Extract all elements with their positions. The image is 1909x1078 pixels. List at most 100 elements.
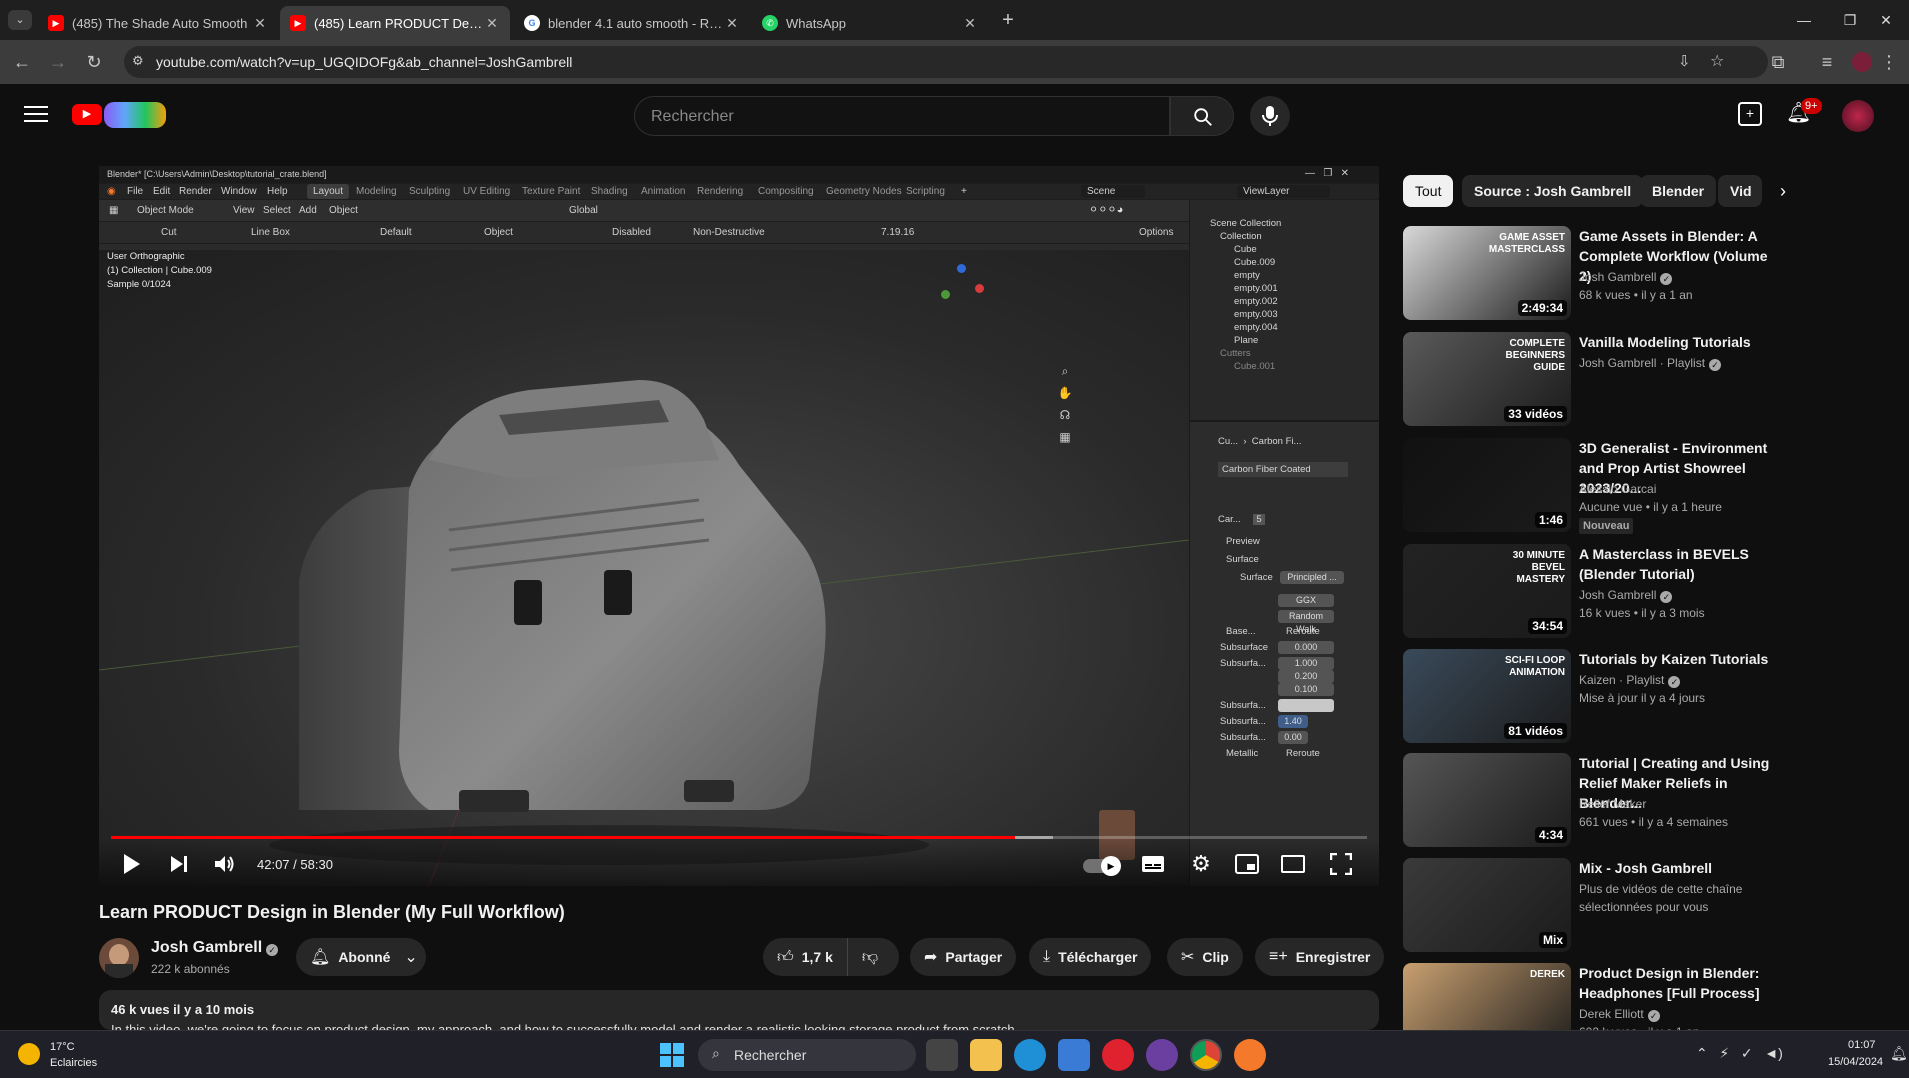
3d-viewport[interactable]: User Orthographic (1) Collection | Cube.… <box>99 250 1189 886</box>
scene-selector[interactable]: Scene <box>1081 185 1146 198</box>
video-thumbnail[interactable]: GAME ASSET MASTERCLASS 2:49:34 <box>1403 226 1571 320</box>
prop-value[interactable]: Reroute <box>1286 748 1320 759</box>
recommendation-item[interactable]: 1:46 3D Generalist - Environment and Prop… <box>1403 438 1783 534</box>
material-datablock[interactable]: Car... 5 <box>1218 514 1265 525</box>
download-button[interactable]: ⤓ Télécharger <box>1029 938 1152 976</box>
recommendation-item[interactable]: SCI-FI LOOP ANIMATION 81 vidéos Tutorials … <box>1403 649 1783 745</box>
forward-icon[interactable]: → <box>46 50 70 74</box>
channel-avatar[interactable] <box>99 938 139 978</box>
subscribed-button[interactable]: 🔔︎ Abonné ⌄ <box>296 938 426 976</box>
bookmark-star-icon[interactable]: ☆ <box>1710 51 1724 71</box>
task-view-icon[interactable] <box>926 1039 958 1071</box>
fullscreen-button[interactable] <box>1327 850 1355 878</box>
workspace-tab[interactable]: Texture Paint <box>522 186 580 197</box>
tool-options-dropdown[interactable]: Options <box>1139 227 1173 238</box>
chip-source-channel[interactable]: Source : Josh Gambrell <box>1462 175 1644 207</box>
recommendation-channel[interactable]: Plus de vidéos de cette chaîne <box>1579 882 1742 896</box>
recommendation-item[interactable]: 30 MINUTE BEVEL MASTERY 34:54 A Masterclas… <box>1403 544 1783 640</box>
start-button[interactable] <box>660 1043 684 1067</box>
reload-icon[interactable]: ↻ <box>82 50 106 74</box>
autoplay-toggle[interactable]: ▶ <box>1083 856 1121 876</box>
close-window-icon[interactable]: ✕ <box>1863 8 1909 32</box>
video-thumbnail[interactable]: SCI-FI LOOP ANIMATION 81 vidéos <box>1403 649 1571 743</box>
transform-orientation[interactable]: Global <box>569 205 598 216</box>
like-button[interactable]: 👍︎ 1,7 k <box>763 938 848 976</box>
recommendation-item[interactable]: GAME ASSET MASTERCLASS 2:49:34 Game Assets… <box>1403 226 1783 322</box>
view-layer-selector[interactable]: ViewLayer <box>1237 185 1330 198</box>
blender-outliner[interactable]: Scene Collection Collection Cube Cube.00… <box>1189 200 1379 420</box>
address-bar[interactable]: ⚙ youtube.com/watch?v=up_UGQIDOFg&ab_cha… <box>124 46 1768 78</box>
prop-value[interactable]: 0.200 <box>1278 670 1334 683</box>
prop-value[interactable]: 0.100 <box>1278 683 1334 696</box>
chip-all[interactable]: Tout <box>1403 175 1454 207</box>
workspace-tab[interactable]: Animation <box>641 186 685 197</box>
browser-tab[interactable]: ▶ (485) The Shade Auto Smooth ✕ <box>38 6 278 40</box>
recommendation-item[interactable]: 4:34 Tutorial | Creating and Using Relief… <box>1403 753 1783 849</box>
viewport-menu-object[interactable]: Object <box>329 205 358 216</box>
clip-button[interactable]: ✂ Clip <box>1167 938 1243 976</box>
prop-value[interactable]: 0.00 <box>1278 731 1308 744</box>
voice-search-button[interactable] <box>1250 96 1290 136</box>
recommendation-title[interactable]: Mix - Josh Gambrell <box>1579 858 1783 878</box>
chip-videos[interactable]: Vid <box>1718 175 1762 207</box>
tool-option[interactable]: Default <box>380 227 412 238</box>
navigation-gizmo[interactable] <box>937 262 987 312</box>
edge-icon[interactable] <box>1014 1039 1046 1071</box>
weather-icon[interactable] <box>18 1043 40 1065</box>
video-thumbnail[interactable]: 30 MINUTE BEVEL MASTERY 34:54 <box>1403 544 1571 638</box>
site-info-icon[interactable]: ⚙ <box>132 53 144 69</box>
app-icon[interactable] <box>1146 1039 1178 1071</box>
browser-tab[interactable]: G blender 4.1 auto smooth - Rech ✕ <box>514 6 750 40</box>
theater-mode-button[interactable] <box>1279 850 1307 878</box>
doodle-logo[interactable] <box>104 102 166 128</box>
recommendation-title[interactable]: A Masterclass in BEVELS (Blender Tutoria… <box>1579 544 1783 584</box>
material-slot[interactable]: Carbon Fiber Coated <box>1218 462 1348 477</box>
workspace-tab[interactable]: Sculpting <box>409 186 450 197</box>
prop-color[interactable] <box>1278 699 1334 712</box>
notification-center-icon[interactable]: 🔔︎ <box>1890 1045 1908 1062</box>
miniplayer-button[interactable] <box>1233 850 1261 878</box>
recommendation-title[interactable]: Vanilla Modeling Tutorials <box>1579 332 1783 352</box>
blender-properties-panel[interactable]: Cu... › Carbon Fi... Carbon Fiber Coated… <box>1189 420 1379 886</box>
browser-tab[interactable]: ✆ WhatsApp ✕ <box>752 6 988 40</box>
recommendation-channel[interactable]: Josh Gambrell ✓ <box>1579 588 1673 603</box>
play-button[interactable] <box>117 850 145 878</box>
prop-value[interactable]: Reroute <box>1286 626 1320 637</box>
subtitles-button[interactable] <box>1139 850 1167 878</box>
recommendation-title[interactable]: Product Design in Blender: Headphones [F… <box>1579 963 1783 1003</box>
hamburger-menu-icon[interactable] <box>24 102 48 126</box>
recommendation-item[interactable]: Mix Mix - Josh Gambrell Plus de vidéos de … <box>1403 858 1783 954</box>
viewport-menu-view[interactable]: View <box>233 205 255 216</box>
recommendation-channel[interactable]: Relief Maker <box>1579 797 1646 811</box>
chips-next-arrow[interactable]: › <box>1770 178 1796 204</box>
panel-surface[interactable]: Surface <box>1226 554 1259 565</box>
search-button[interactable] <box>1170 96 1234 136</box>
video-thumbnail[interactable]: COMPLETE BEGINNERS GUIDE 33 vidéos <box>1403 332 1571 426</box>
recommendation-title[interactable]: Tutorials by Kaizen Tutorials <box>1579 649 1783 669</box>
subsurface-method-dropdown[interactable]: Random Walk <box>1278 610 1334 634</box>
close-tab-icon[interactable]: ✕ <box>962 15 978 32</box>
prop-value[interactable]: 1.40 <box>1278 715 1308 728</box>
panel-preview[interactable]: Preview <box>1226 536 1260 547</box>
browser-tab-active[interactable]: ▶ (485) Learn PRODUCT Design in ✕ <box>280 6 510 40</box>
video-thumbnail[interactable]: Mix <box>1403 858 1571 952</box>
file-explorer-icon[interactable] <box>970 1039 1002 1071</box>
volume-button[interactable] <box>211 850 239 878</box>
share-button[interactable]: ➦ Partager <box>910 938 1017 976</box>
profile-avatar[interactable] <box>1852 52 1872 72</box>
save-button[interactable]: ≡+ Enregistrer <box>1255 938 1385 976</box>
add-workspace-icon[interactable]: + <box>961 186 967 197</box>
search-input[interactable]: Rechercher <box>634 96 1170 136</box>
viewport-menu-select[interactable]: Select <box>263 205 291 216</box>
workspace-tab[interactable]: Compositing <box>758 186 814 197</box>
media-control-icon[interactable]: ≡ <box>1814 50 1840 74</box>
outliner-row[interactable]: Cube.001 <box>1234 361 1275 376</box>
tool-option[interactable]: Object <box>484 227 513 238</box>
tab-search-button[interactable]: ⌄ <box>8 10 32 30</box>
taskbar-search[interactable]: ⌕ Rechercher <box>698 1039 916 1071</box>
chip-blender[interactable]: Blender <box>1640 175 1717 207</box>
new-tab-button[interactable]: + <box>996 8 1020 32</box>
blender-menu-edit[interactable]: Edit <box>153 186 170 197</box>
tool-option[interactable]: Cut <box>161 227 177 238</box>
video-thumbnail[interactable]: 4:34 <box>1403 753 1571 847</box>
